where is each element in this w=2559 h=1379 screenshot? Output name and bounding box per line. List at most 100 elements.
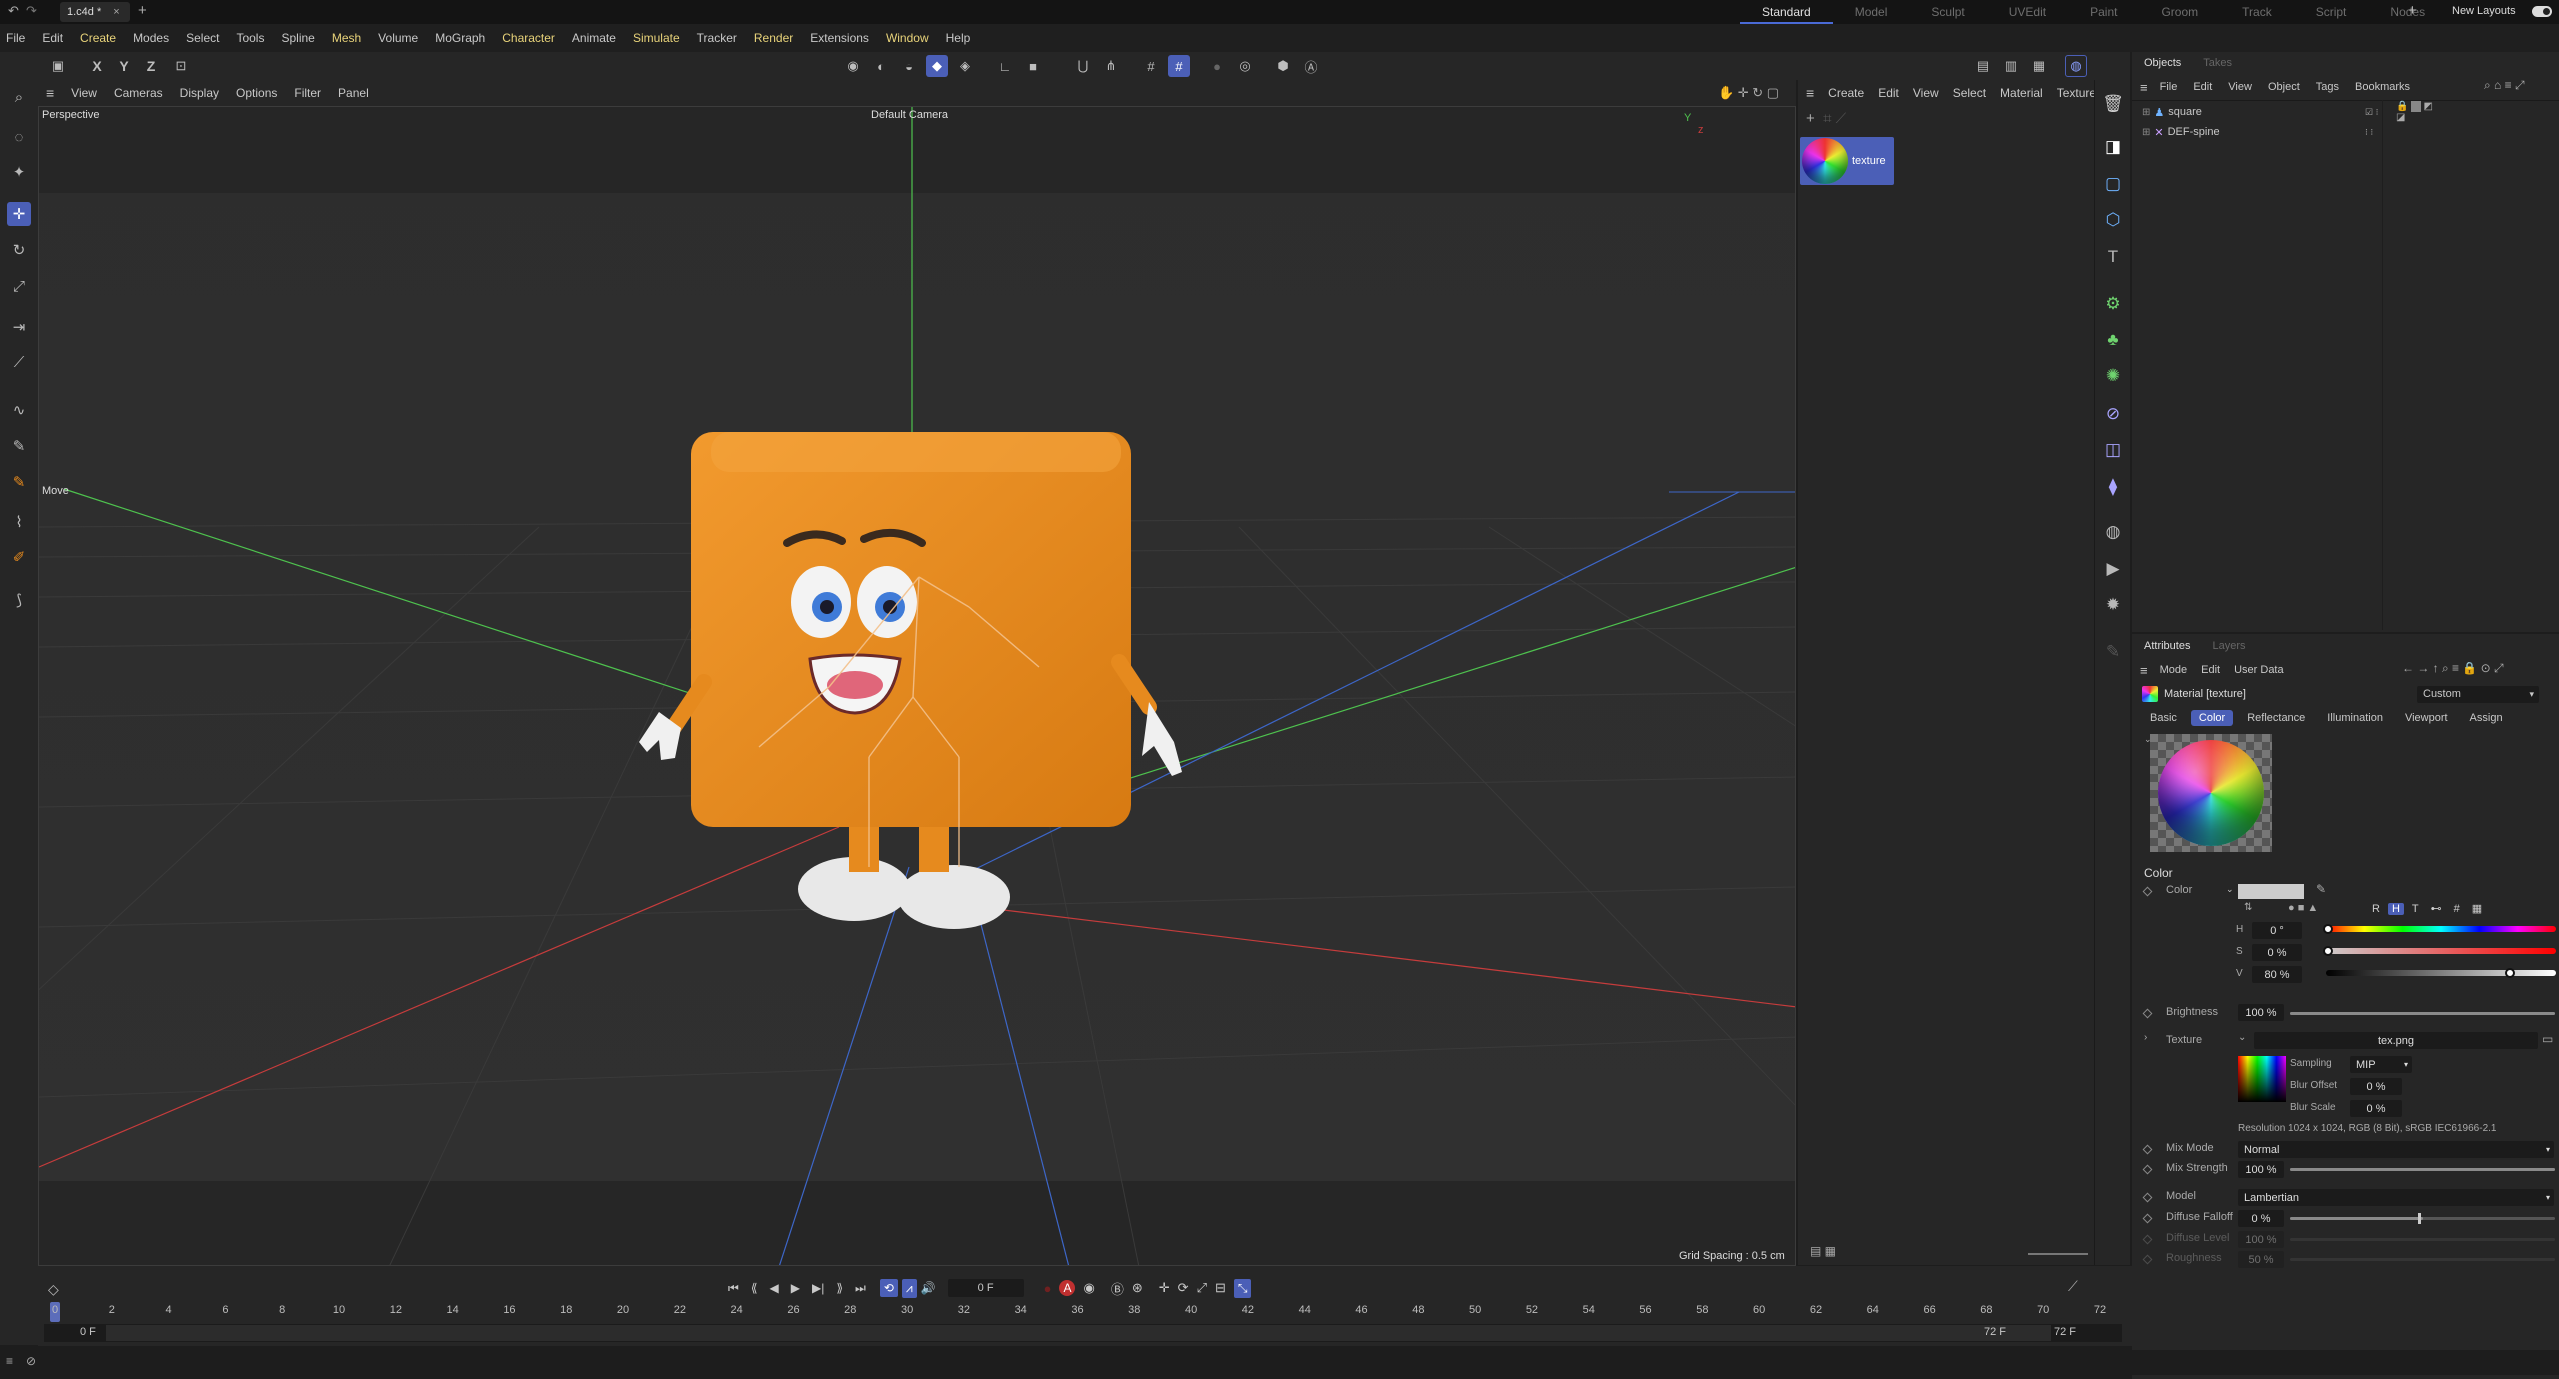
- solo-icon[interactable]: ■: [1022, 55, 1044, 77]
- mix-strength-field[interactable]: 100 %: [2238, 1161, 2284, 1178]
- range-end-a[interactable]: 72 F: [1984, 1326, 2006, 1338]
- snap-icon[interactable]: ⋃: [1072, 55, 1094, 77]
- prev-frame-icon[interactable]: ◀: [770, 1281, 779, 1295]
- attributes-hamburger-icon[interactable]: ≡: [2140, 663, 2148, 678]
- document-tab[interactable]: 1.c4d * ×: [60, 2, 130, 22]
- viewport-menu-filter[interactable]: Filter: [294, 86, 321, 100]
- menu-modes[interactable]: Modes: [133, 31, 169, 45]
- motion-system-icon[interactable]: Ⓑ: [1111, 1279, 1124, 1298]
- scale-key-icon[interactable]: ⤢: [1197, 1280, 1207, 1296]
- sampling-dropdown[interactable]: MIP ▾: [2350, 1056, 2412, 1073]
- axis-mode-icon[interactable]: ∟: [994, 55, 1016, 77]
- render-settings-icon[interactable]: ▦: [2028, 55, 2050, 77]
- go-to-start-icon[interactable]: ⏮: [728, 1281, 739, 1296]
- render-region-icon[interactable]: ⬢: [1272, 55, 1294, 77]
- attributes-menu-mode[interactable]: Mode: [2160, 664, 2188, 676]
- channel-t-button[interactable]: T: [2408, 903, 2423, 915]
- spline-rectangle-icon[interactable]: ▢: [2101, 172, 2125, 196]
- scale-tool-icon[interactable]: ⤢: [7, 274, 31, 298]
- subtab-reflectance[interactable]: Reflectance: [2239, 710, 2313, 726]
- attributes-nav-icons[interactable]: ← → ↑ ⌕ ≡ 🔒 ⊙ ⤢: [2402, 661, 2504, 676]
- prev-key-icon[interactable]: ⟪: [751, 1281, 758, 1295]
- add-tab-icon[interactable]: +: [138, 2, 147, 19]
- objects-menu-tags[interactable]: Tags: [2316, 81, 2339, 93]
- color-mode-icons[interactable]: ● ■ ▲: [2288, 902, 2318, 914]
- viewport-menu-display[interactable]: Display: [180, 86, 219, 100]
- menu-file[interactable]: File: [6, 31, 25, 45]
- keyframe-icon[interactable]: [2142, 1164, 2153, 1175]
- next-frame-icon[interactable]: ▶|: [812, 1281, 824, 1295]
- selection-tool-icon[interactable]: ◌: [7, 125, 31, 149]
- axis-z-toggle[interactable]: Z: [140, 55, 162, 77]
- f-curve-icon[interactable]: ⟋: [2068, 1278, 2078, 1295]
- material-menu-create[interactable]: Create: [1828, 86, 1864, 100]
- color-swatch[interactable]: [2238, 884, 2304, 899]
- make-editable-icon[interactable]: ▣: [47, 55, 69, 77]
- menu-help[interactable]: Help: [946, 31, 971, 45]
- preview-range-icon[interactable]: ⩘: [901, 1278, 917, 1298]
- layout-tab-paint[interactable]: Paint: [2068, 0, 2139, 24]
- visibility-icon[interactable]: ☑ ⁝: [2365, 107, 2378, 118]
- viewport-menu-view[interactable]: View: [71, 86, 97, 100]
- model-dropdown[interactable]: Lambertian ▾: [2238, 1189, 2554, 1206]
- record-icon[interactable]: ●: [1044, 1281, 1052, 1296]
- v-field[interactable]: 80 %: [2252, 966, 2302, 983]
- object-tags-icons[interactable]: 🔒 ▦ ◩ ◪: [2396, 101, 2442, 123]
- live-selection-icon[interactable]: ✦: [7, 160, 31, 184]
- environment-icon[interactable]: ◍: [2101, 520, 2125, 544]
- cube-icon[interactable]: ◨: [2101, 135, 2125, 159]
- workplane-icon[interactable]: #: [1140, 55, 1162, 77]
- axis-y-toggle[interactable]: Y: [113, 55, 135, 77]
- grid-snap-icon[interactable]: #: [1168, 55, 1190, 77]
- expand-arrow-icon[interactable]: ›: [2144, 1032, 2147, 1043]
- keyframe-icon[interactable]: [2142, 886, 2153, 897]
- menu-character[interactable]: Character: [502, 31, 555, 45]
- layout-tab-track[interactable]: Track: [2220, 0, 2294, 24]
- knife-tool-icon[interactable]: ⟋: [7, 350, 31, 374]
- menu-create[interactable]: Create: [80, 31, 116, 45]
- material-item-texture[interactable]: texture: [1800, 137, 1894, 185]
- keyframe-icon[interactable]: [2142, 1234, 2153, 1245]
- keyframe-selection-icon[interactable]: ◉: [1083, 1280, 1094, 1296]
- axis-x-toggle[interactable]: X: [86, 55, 108, 77]
- tab-objects[interactable]: Objects: [2144, 57, 2181, 69]
- autokey-icon[interactable]: A: [1059, 1280, 1076, 1296]
- objects-search-icon[interactable]: ⌕ ⌂ ≡ ⤢: [2484, 78, 2525, 93]
- keyframe-icon[interactable]: [2142, 1192, 2153, 1203]
- menu-mesh[interactable]: Mesh: [332, 31, 361, 45]
- keyframe-icon[interactable]: [2142, 1254, 2153, 1265]
- menu-render[interactable]: Render: [754, 31, 793, 45]
- subtab-basic[interactable]: Basic: [2142, 710, 2185, 726]
- layout-tab-script[interactable]: Script: [2294, 0, 2369, 24]
- layout-tab-model[interactable]: Model: [1833, 0, 1910, 24]
- edges-mode-icon[interactable]: ◐: [870, 55, 892, 77]
- menu-select[interactable]: Select: [186, 31, 219, 45]
- brightness-field[interactable]: 100 %: [2238, 1004, 2284, 1021]
- layout-lock-toggle[interactable]: [2532, 6, 2552, 17]
- objects-menu-edit[interactable]: Edit: [2193, 81, 2212, 93]
- value-slider[interactable]: [2326, 968, 2556, 978]
- quantize-icon[interactable]: ◎: [1234, 55, 1256, 77]
- menu-edit[interactable]: Edit: [42, 31, 63, 45]
- pen-icon[interactable]: ✎: [2101, 640, 2125, 664]
- material-menu-edit[interactable]: Edit: [1878, 86, 1899, 100]
- blur-scale-field[interactable]: 0 %: [2350, 1100, 2402, 1117]
- next-key-icon[interactable]: ⟫: [836, 1281, 843, 1295]
- sketch-tool-icon[interactable]: ✎: [7, 434, 31, 458]
- snap-settings-icon[interactable]: ⋔: [1100, 55, 1122, 77]
- menu-mograph[interactable]: MoGraph: [435, 31, 485, 45]
- play-icon[interactable]: ▶: [791, 1281, 800, 1295]
- points-mode-icon[interactable]: ◉: [842, 55, 864, 77]
- objects-menu-view[interactable]: View: [2228, 81, 2252, 93]
- tab-takes[interactable]: Takes: [2203, 57, 2232, 69]
- material-view-icons[interactable]: ▤ ▦: [1810, 1244, 1836, 1258]
- brush-tool-icon[interactable]: ⌇: [7, 510, 31, 534]
- material-menu-material[interactable]: Material: [2000, 86, 2043, 100]
- loop-icon[interactable]: ⟲: [879, 1279, 898, 1297]
- delete-icon[interactable]: 🗑: [2101, 92, 2125, 116]
- objects-menu-bookmarks[interactable]: Bookmarks: [2355, 81, 2410, 93]
- keyframe-diamond-icon[interactable]: ◇: [48, 1281, 59, 1298]
- undo-icon[interactable]: ↶: [8, 3, 19, 19]
- keyframe-icon[interactable]: [2142, 1008, 2153, 1019]
- blur-offset-field[interactable]: 0 %: [2350, 1078, 2402, 1095]
